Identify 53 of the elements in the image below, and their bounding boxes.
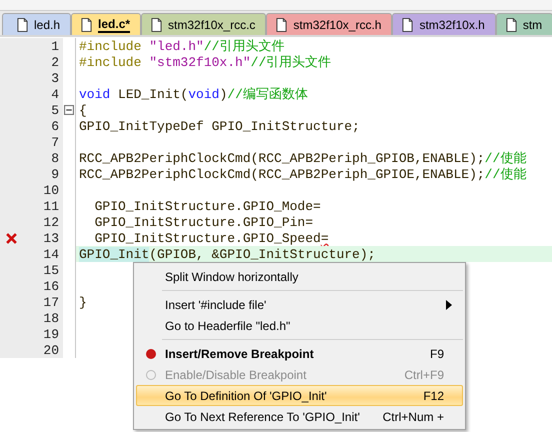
file-tab[interactable]: stm32f10x_rcc.h [266, 13, 392, 35]
code-line: RCC_APB2PeriphClockCmd(RCC_APB2Periph_GPIOB,ENABLE);//使能 [79, 150, 526, 167]
file-tab[interactable]: stm [496, 13, 552, 35]
line-number: 5 [51, 102, 59, 118]
line-number: 8 [51, 150, 59, 166]
code-line: void LED_Init(void)//编写函数体 [79, 86, 308, 103]
code-line: #include "stm32f10x.h"//引用头文件 [79, 54, 332, 71]
line-number: 19 [43, 326, 59, 342]
line-number: 11 [43, 198, 59, 214]
line-number: 14 [43, 246, 59, 262]
breakpoint-icon [145, 348, 157, 360]
line-number: 18 [43, 310, 59, 326]
file-icon [17, 18, 28, 32]
collapse-icon[interactable] [64, 105, 74, 115]
file-icon [402, 18, 414, 32]
file-tab[interactable]: led.h [2, 13, 72, 35]
code-line: GPIO_InitStructure.GPIO_Pin= [94, 214, 314, 230]
file-icon [81, 18, 92, 32]
line-number: 2 [51, 54, 59, 70]
code-line: GPIO_InitStructure.GPIO_Speed= [94, 230, 329, 246]
file-icon [276, 18, 288, 32]
menu-item[interactable]: Go To Definition Of 'GPIO_Init' F12 [136, 385, 463, 406]
code-line: { [79, 102, 87, 118]
line-number: 9 [51, 166, 59, 182]
line-number: 3 [51, 70, 59, 86]
code-line: #include "led.h"//引用头文件 [79, 38, 284, 55]
line-number: 10 [43, 182, 59, 198]
line-number: 13 [43, 230, 59, 246]
file-tab[interactable]: stm32f10x.h [392, 13, 496, 35]
line-number: 12 [43, 214, 59, 230]
line-number: 16 [43, 278, 59, 294]
line-number: 4 [51, 86, 59, 102]
code-line: } [79, 294, 87, 310]
line-number: 7 [51, 134, 59, 150]
code-line: GPIO_InitTypeDef GPIO_InitStructure; [79, 118, 360, 134]
menu-item[interactable]: Insert '#include file' [136, 294, 463, 315]
line-number: 15 [43, 262, 59, 278]
line-number: 20 [43, 342, 59, 358]
code-line: GPIO_InitStructure.GPIO_Mode= [94, 198, 321, 214]
code-line: GPIO_Init(GPIOB, &GPIO_InitStructure); [79, 246, 376, 262]
menu-item[interactable]: Go To Next Reference To 'GPIO_Init' Ctrl+Num + [136, 406, 463, 427]
line-number: 6 [51, 118, 59, 134]
line-number: 1 [51, 38, 59, 54]
menu-item[interactable]: Split Window horizontally [136, 266, 463, 287]
file-icon [506, 18, 517, 32]
menu-item[interactable]: Insert/Remove Breakpoint F9 [136, 343, 463, 364]
menu-item[interactable]: Go to Headerfile "led.h" [136, 315, 463, 336]
file-icon [151, 18, 162, 32]
breakpoint-icon [145, 368, 157, 380]
line-number: 17 [43, 294, 59, 310]
file-tab[interactable]: led.c* [71, 13, 142, 35]
code-line: RCC_APB2PeriphClockCmd(RCC_APB2Periph_GPIOE,ENABLE);//使能 [79, 166, 526, 183]
file-tab[interactable]: stm32f10x_rcc.c [141, 13, 266, 35]
